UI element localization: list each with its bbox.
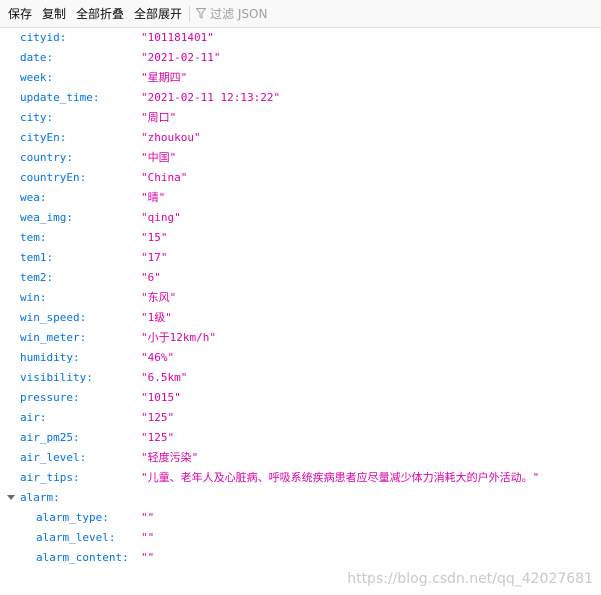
json-row[interactable]: air_pm25: "125" <box>0 428 601 448</box>
json-key: tem1: <box>20 251 54 264</box>
json-key: week: <box>20 71 54 84</box>
json-key: country: <box>20 151 73 164</box>
expand-all-button[interactable]: 全部展开 <box>129 0 187 28</box>
json-value: "" <box>141 511 155 524</box>
watermark: https://blog.csdn.net/qq_42027681 <box>347 571 593 587</box>
funnel-icon <box>196 8 207 19</box>
json-value: "东风" <box>141 291 177 304</box>
json-row[interactable]: alarm_level: "" <box>0 528 601 548</box>
json-row[interactable]: air: "125" <box>0 408 601 428</box>
json-value: "6" <box>141 271 161 284</box>
save-button[interactable]: 保存 <box>0 0 37 28</box>
json-value: "轻度污染" <box>141 451 199 464</box>
json-value: "星期四" <box>141 71 188 84</box>
json-row[interactable]: alarm_content: "" <box>0 548 601 568</box>
json-value: "小于12km/h" <box>141 331 216 344</box>
json-key: cityid: <box>20 31 67 44</box>
json-row[interactable]: week: "星期四" <box>0 68 601 88</box>
json-row[interactable]: city: "周口" <box>0 108 601 128</box>
json-key: alarm: <box>20 491 60 504</box>
json-key: countryEn: <box>20 171 87 184</box>
json-row[interactable]: update_time: "2021-02-11 12:13:22" <box>0 88 601 108</box>
json-row[interactable]: alarm_type: "" <box>0 508 601 528</box>
json-value: "17" <box>141 251 168 264</box>
json-row[interactable]: win_meter: "小于12km/h" <box>0 328 601 348</box>
filter-json-input[interactable] <box>210 6 331 21</box>
json-value: "46%" <box>141 351 175 364</box>
json-row[interactable]: countryEn: "China" <box>0 168 601 188</box>
json-value: "1级" <box>141 311 172 324</box>
json-key: air: <box>20 411 47 424</box>
json-key: tem: <box>20 231 47 244</box>
json-value: "周口" <box>141 111 177 124</box>
json-key: alarm_level: <box>36 531 116 544</box>
json-value: "2021-02-11" <box>141 51 221 64</box>
json-value: "China" <box>141 171 188 184</box>
json-key: date: <box>20 51 54 64</box>
copy-button[interactable]: 复制 <box>37 0 71 28</box>
json-key: pressure: <box>20 391 80 404</box>
json-value: "" <box>141 531 155 544</box>
json-value: "儿童、老年人及心脏病、呼吸系统疾病患者应尽量减少体力消耗大的户外活动。" <box>141 471 540 484</box>
json-row[interactable]: visibility: "6.5km" <box>0 368 601 388</box>
json-value: "125" <box>141 431 175 444</box>
json-value: "6.5km" <box>141 371 188 384</box>
json-key: tem2: <box>20 271 54 284</box>
json-value: "15" <box>141 231 168 244</box>
json-key: wea_img: <box>20 211 73 224</box>
json-key: visibility: <box>20 371 93 384</box>
json-value: "" <box>141 551 155 564</box>
json-row[interactable]: pressure: "1015" <box>0 388 601 408</box>
json-tree: cityid: "101181401" date: "2021-02-11" week:… <box>0 28 601 568</box>
json-row[interactable]: humidity: "46%" <box>0 348 601 368</box>
json-key: alarm_content: <box>36 551 129 564</box>
json-row[interactable]: country: "中国" <box>0 148 601 168</box>
json-key: win_meter: <box>20 331 87 344</box>
json-value: "125" <box>141 411 175 424</box>
toolbar-divider <box>189 5 191 22</box>
json-value: "101181401" <box>141 31 214 44</box>
json-key: air_level: <box>20 451 87 464</box>
json-key: air_tips: <box>20 471 80 484</box>
json-row[interactable]: tem1: "17" <box>0 248 601 268</box>
json-viewer-toolbar: 保存 复制 全部折叠 全部展开 <box>0 0 601 28</box>
json-row[interactable]: tem2: "6" <box>0 268 601 288</box>
json-row[interactable]: air_level: "轻度污染" <box>0 448 601 468</box>
json-key: update_time: <box>20 91 100 104</box>
json-row[interactable]: wea_img: "qing" <box>0 208 601 228</box>
json-key: win: <box>20 291 47 304</box>
json-key: wea: <box>20 191 47 204</box>
json-key: alarm_type: <box>36 511 109 524</box>
json-value: "qing" <box>141 211 181 224</box>
json-row[interactable]: win_speed: "1级" <box>0 308 601 328</box>
triangle-down-icon[interactable] <box>7 495 15 500</box>
json-row-alarm[interactable]: alarm: <box>0 488 601 508</box>
json-row[interactable]: wea: "晴" <box>0 188 601 208</box>
json-row[interactable]: cityid: "101181401" <box>0 28 601 48</box>
json-row[interactable]: win: "东风" <box>0 288 601 308</box>
json-key: humidity: <box>20 351 80 364</box>
json-value: "中国" <box>141 151 177 164</box>
json-row[interactable]: air_tips: "儿童、老年人及心脏病、呼吸系统疾病患者应尽量减少体力消耗大的… <box>0 468 601 488</box>
json-value: "晴" <box>141 191 166 204</box>
json-key: cityEn: <box>20 131 67 144</box>
filter-box[interactable] <box>194 0 331 28</box>
collapse-all-button[interactable]: 全部折叠 <box>71 0 129 28</box>
json-value: "2021-02-11 12:13:22" <box>141 91 281 104</box>
json-row[interactable]: cityEn: "zhoukou" <box>0 128 601 148</box>
json-row[interactable]: date: "2021-02-11" <box>0 48 601 68</box>
json-key: win_speed: <box>20 311 87 324</box>
json-value: "1015" <box>141 391 181 404</box>
json-key: air_pm25: <box>20 431 80 444</box>
json-row[interactable]: tem: "15" <box>0 228 601 248</box>
json-key: city: <box>20 111 54 124</box>
json-value: "zhoukou" <box>141 131 201 144</box>
